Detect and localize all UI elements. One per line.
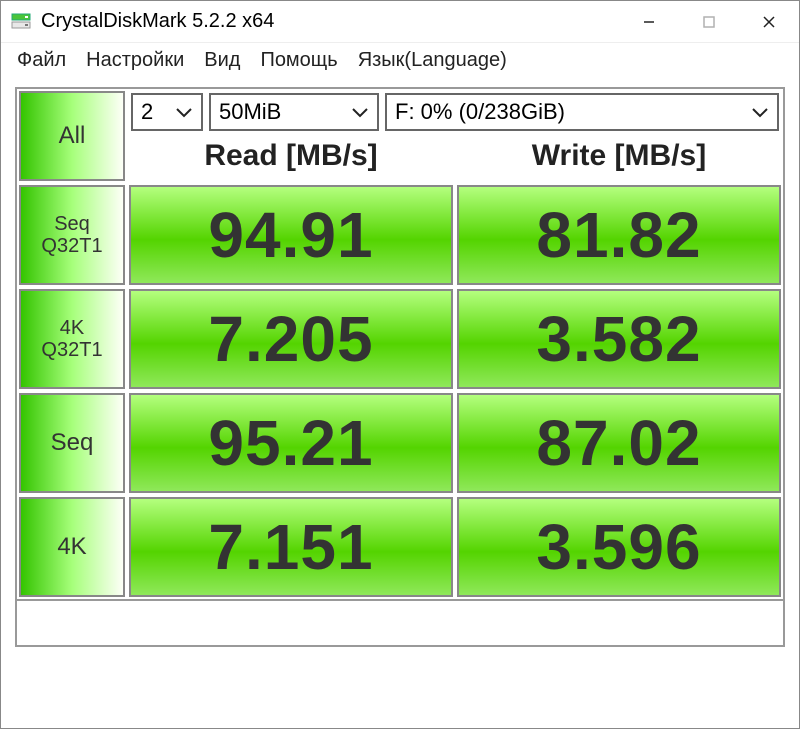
- content-area: All 2 50MiB F: 0% (0/238GiB) Read [MB/s]…: [1, 77, 799, 728]
- benchmark-grid: All 2 50MiB F: 0% (0/238GiB) Read [MB/s]…: [15, 87, 785, 601]
- menu-help[interactable]: Помощь: [252, 47, 345, 74]
- menubar: Файл Настройки Вид Помощь Язык(Language): [1, 43, 799, 77]
- 4k-q32t1-button[interactable]: 4K Q32T1: [19, 289, 125, 389]
- seq-label: Seq: [51, 429, 94, 457]
- seq-q32t1-read: 94.91: [129, 185, 453, 285]
- write-header: Write [MB/s]: [455, 133, 783, 183]
- size-select[interactable]: 50MiB: [209, 93, 379, 131]
- seq-read: 95.21: [129, 393, 453, 493]
- seq-q32t1-write: 81.82: [457, 185, 781, 285]
- runs-value: 2: [141, 99, 153, 125]
- window-controls: [619, 2, 799, 42]
- maximize-button[interactable]: [679, 2, 739, 42]
- menu-language[interactable]: Язык(Language): [350, 47, 515, 74]
- run-all-button[interactable]: All: [19, 91, 125, 181]
- titlebar: CrystalDiskMark 5.2.2 x64: [1, 1, 799, 43]
- runs-select[interactable]: 2: [131, 93, 203, 131]
- 4k-q32t1-label-1: 4K: [41, 317, 102, 339]
- status-bar: [15, 601, 785, 647]
- seq-button[interactable]: Seq: [19, 393, 125, 493]
- 4k-q32t1-write: 3.582: [457, 289, 781, 389]
- seq-q32t1-label-1: Seq: [41, 213, 102, 235]
- chevron-down-icon: [751, 106, 769, 118]
- chevron-down-icon: [175, 106, 193, 118]
- window-title: CrystalDiskMark 5.2.2 x64: [41, 10, 619, 33]
- close-button[interactable]: [739, 2, 799, 42]
- 4k-read: 7.151: [129, 497, 453, 597]
- menu-file[interactable]: Файл: [9, 47, 74, 74]
- seq-q32t1-label-2: Q32T1: [41, 235, 102, 257]
- 4k-q32t1-read: 7.205: [129, 289, 453, 389]
- chevron-down-icon: [351, 106, 369, 118]
- minimize-button[interactable]: [619, 2, 679, 42]
- read-header: Read [MB/s]: [127, 133, 455, 183]
- app-window: CrystalDiskMark 5.2.2 x64 Файл Настройки…: [0, 0, 800, 729]
- 4k-q32t1-label-2: Q32T1: [41, 339, 102, 361]
- menu-view[interactable]: Вид: [196, 47, 248, 74]
- 4k-write: 3.596: [457, 497, 781, 597]
- selectors-row: 2 50MiB F: 0% (0/238GiB): [127, 89, 783, 133]
- 4k-button[interactable]: 4K: [19, 497, 125, 597]
- drive-select[interactable]: F: 0% (0/238GiB): [385, 93, 779, 131]
- 4k-label: 4K: [57, 533, 86, 561]
- seq-write: 87.02: [457, 393, 781, 493]
- size-value: 50MiB: [219, 99, 281, 125]
- menu-settings[interactable]: Настройки: [78, 47, 192, 74]
- run-all-label: All: [59, 122, 86, 150]
- app-icon: [9, 10, 33, 34]
- drive-value: F: 0% (0/238GiB): [395, 99, 565, 125]
- seq-q32t1-button[interactable]: Seq Q32T1: [19, 185, 125, 285]
